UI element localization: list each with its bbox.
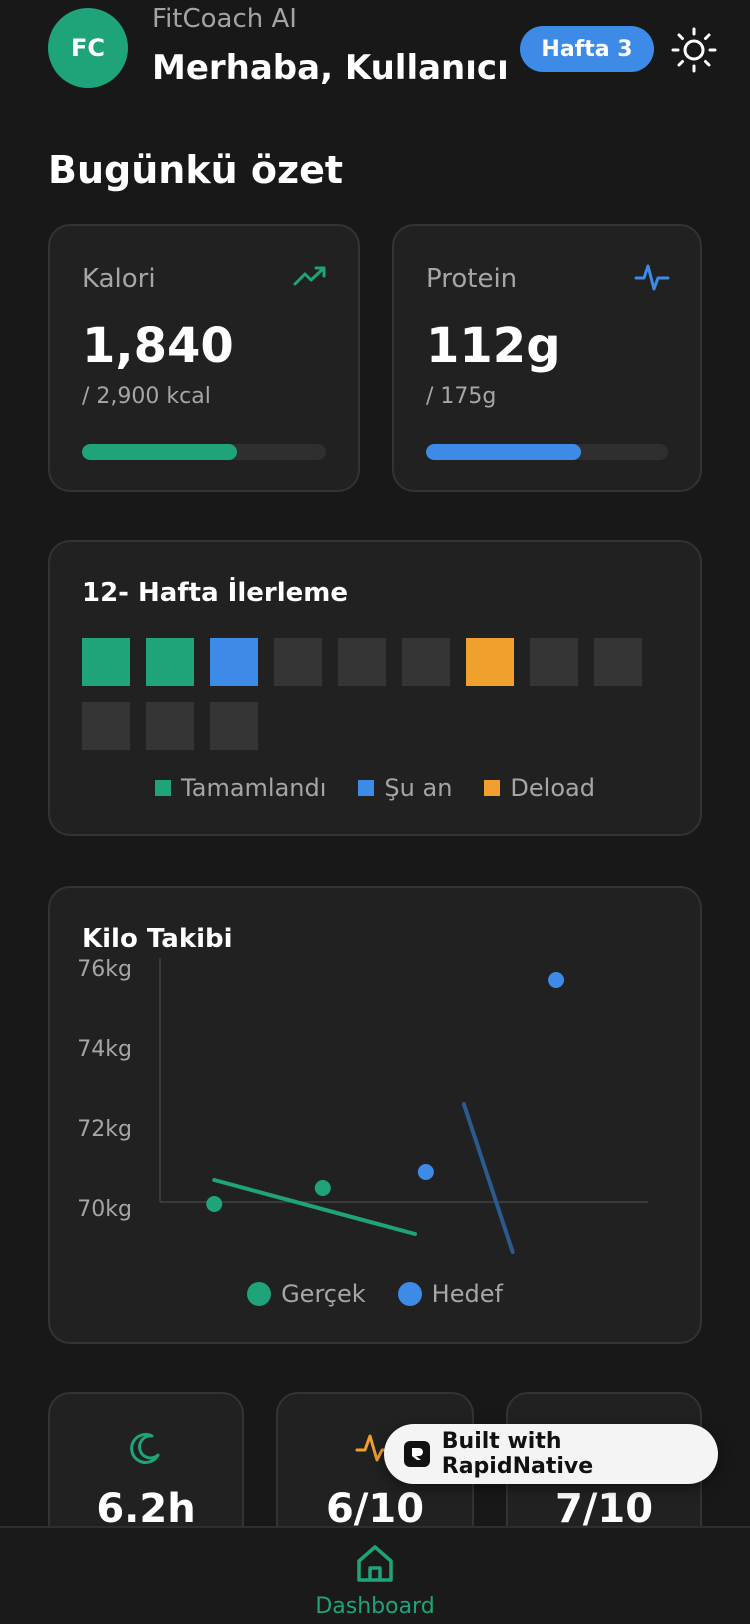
app-screen: FC FitCoach AI Merhaba, Kullanıcı Hafta … [0, 0, 750, 1624]
calories-card[interactable]: Kalori 1,840 / 2,900 kcal [48, 224, 360, 492]
week-legend-item-2: Şu an [358, 774, 452, 802]
week-legend-swatch-1 [155, 780, 172, 796]
calories-value: 1,840 [82, 318, 234, 374]
greeting-title: Merhaba, Kullanıcı [152, 48, 509, 88]
rapidnative-logo-icon [404, 1441, 430, 1467]
week-legend-swatch-2 [358, 780, 375, 796]
built-with-label: Built with RapidNative [441, 1429, 594, 1479]
avatar[interactable]: FC [48, 8, 128, 88]
week-legend-label-3: Deload [510, 774, 595, 802]
chart-point-1-2 [314, 1180, 331, 1196]
calories-target: / 2,900 kcal [82, 384, 211, 409]
moon-icon [130, 1432, 160, 1464]
summary-title: Bugünkü özet [48, 148, 344, 192]
week-legend-item-3: Deload [484, 774, 595, 802]
chart-legend-label-1: Gerçek [281, 1280, 366, 1308]
chart-y-tick-label-3: 72kg [77, 1117, 132, 1142]
chart-y-tick-label-4: 70kg [77, 1197, 132, 1222]
week-square-10[interactable] [82, 702, 130, 750]
protein-target: / 175g [426, 384, 497, 409]
protein-value: 112g [426, 318, 561, 374]
chart-point-1-1 [206, 1196, 223, 1212]
bottom-nav: Dashboard [0, 1526, 750, 1624]
calories-progress-bar [82, 444, 326, 460]
week-square-3[interactable] [210, 638, 258, 686]
theme-toggle-button[interactable] [670, 26, 718, 74]
weight-chart: 76kg 74kg 72kg 70kg [77, 957, 648, 1254]
week-square-2[interactable] [146, 638, 194, 686]
week-square-11[interactable] [146, 702, 194, 750]
chart-trend-line-1 [212, 1178, 417, 1236]
avatar-initials: FC [70, 34, 105, 62]
trending-up-icon [293, 266, 326, 286]
chart-legend-label-2: Hedef [431, 1280, 503, 1308]
chart-y-tick-label-2: 74kg [77, 1037, 132, 1062]
home-icon [357, 1545, 393, 1582]
protein-label: Protein [426, 264, 518, 294]
app-name: FitCoach AI [152, 4, 297, 34]
week-square-9[interactable] [594, 638, 642, 686]
chart-legend: Gerçek Hedef [50, 1280, 700, 1308]
calories-label: Kalori [82, 264, 156, 294]
nav-item-dashboard[interactable]: Dashboard [300, 1542, 450, 1624]
week-square-6[interactable] [402, 638, 450, 686]
week-legend-swatch-3 [484, 780, 501, 796]
activity-icon [634, 264, 670, 291]
built-with-badge[interactable]: Built with RapidNative [384, 1424, 718, 1484]
chart-legend-item-2: Hedef [397, 1280, 503, 1308]
chart-point-2-2 [548, 972, 565, 988]
current-week-badge[interactable]: Hafta 3 [520, 26, 654, 72]
protein-card[interactable]: Protein 112g / 175g [392, 224, 702, 492]
weight-chart-card: Kilo Takibi 76kg 74kg 72kg 70kg Gerçek Hedef [48, 886, 702, 1344]
week-legend-label-2: Şu an [384, 774, 453, 802]
week-square-12[interactable] [210, 702, 258, 750]
protein-progress-fill [426, 444, 581, 460]
calories-progress-fill [82, 444, 237, 460]
week-square-7[interactable] [466, 638, 514, 686]
sun-icon [671, 27, 717, 73]
week-square-1[interactable] [82, 638, 130, 686]
week-grid [82, 638, 662, 750]
chart-point-2-1 [417, 1164, 434, 1180]
chart-legend-swatch-2 [397, 1282, 422, 1306]
chart-trend-line-2 [461, 1102, 515, 1254]
protein-progress-bar [426, 444, 668, 460]
weekly-progress-title: 12- Hafta İlerleme [82, 578, 348, 608]
week-legend: Tamamlandı Şu an Deload [50, 774, 700, 802]
weekly-progress-card: 12- Hafta İlerleme Tamamlandı Şu an Deload [48, 540, 702, 836]
week-square-5[interactable] [338, 638, 386, 686]
week-square-8[interactable] [530, 638, 578, 686]
nav-label-dashboard: Dashboard [315, 1594, 435, 1619]
week-square-4[interactable] [274, 638, 322, 686]
chart-legend-swatch-1 [247, 1282, 272, 1306]
chart-legend-item-1: Gerçek [247, 1280, 366, 1308]
chart-y-tick-label-1: 76kg [77, 957, 132, 982]
week-legend-item-1: Tamamlandı [155, 774, 326, 802]
week-legend-label-1: Tamamlandı [181, 774, 327, 802]
